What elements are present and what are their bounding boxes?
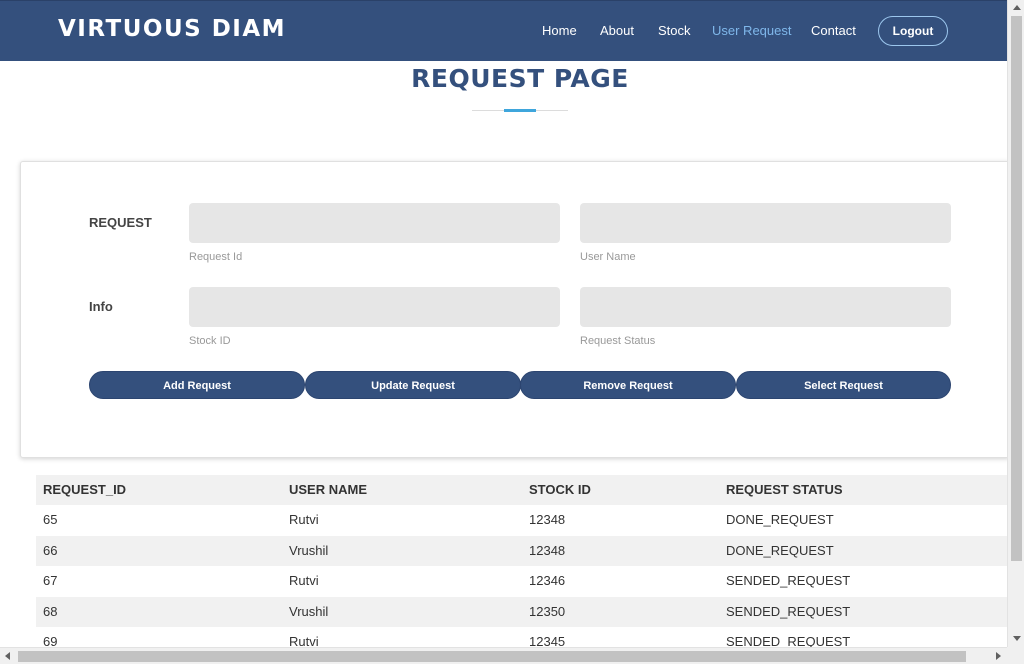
page-title: REQUEST PAGE <box>411 64 629 93</box>
table-cell: DONE_REQUEST <box>726 542 834 558</box>
table-cell: 12350 <box>529 603 566 619</box>
request-row-label: REQUEST <box>89 215 152 230</box>
table-cell: SENDED_REQUEST <box>726 573 851 589</box>
navbar: VIRTUOUS DIAM Home About Stock User Requ… <box>0 0 1007 61</box>
table-cell: 65 <box>43 512 58 527</box>
table-header-cell: REQUEST STATUS <box>726 482 843 497</box>
table-cell: Vrushil <box>289 542 329 558</box>
info-row-label: Info <box>89 299 113 314</box>
title-divider-accent <box>504 109 536 112</box>
table-cell: Rutvi <box>289 573 319 589</box>
update-request-button[interactable]: Update Request <box>305 371 521 399</box>
table-cell: 12348 <box>529 542 566 558</box>
table-row[interactable]: 66 Vrushil 12348 DONE_REQUEST <box>36 535 1007 567</box>
scrollbar-corner <box>1007 647 1024 664</box>
nav-home[interactable]: Home <box>542 23 577 38</box>
request-status-input[interactable] <box>580 287 951 327</box>
request-status-caption: Request Status <box>580 335 656 347</box>
horizontal-scrollbar-thumb[interactable] <box>18 651 966 662</box>
table-row[interactable]: 65 Rutvi 12348 DONE_REQUEST <box>36 505 1007 536</box>
table-row[interactable]: 68 Vrushil 12350 SENDED_REQUEST <box>36 596 1007 628</box>
table-header-cell: USER NAME <box>289 482 368 497</box>
user-name-input[interactable] <box>580 203 951 243</box>
horizontal-scrollbar[interactable] <box>0 647 1007 664</box>
select-request-button[interactable]: Select Request <box>736 371 951 399</box>
table-cell: 12346 <box>529 573 566 589</box>
nav-user-request[interactable]: User Request <box>712 23 791 38</box>
scroll-left-arrow-icon[interactable] <box>5 652 10 660</box>
table-header-row: REQUEST_ID USER NAME STOCK ID REQUEST ST… <box>36 475 1007 505</box>
scroll-up-arrow-icon[interactable] <box>1013 5 1021 10</box>
remove-request-button[interactable]: Remove Request <box>520 371 736 399</box>
table-cell: DONE_REQUEST <box>726 512 834 527</box>
add-request-button[interactable]: Add Request <box>89 371 305 399</box>
request-id-input[interactable] <box>189 203 560 243</box>
stock-id-input[interactable] <box>189 287 560 327</box>
table-cell: 67 <box>43 573 58 589</box>
nav-about[interactable]: About <box>600 23 634 38</box>
user-name-caption: User Name <box>580 251 636 263</box>
table-header-cell: STOCK ID <box>529 482 591 497</box>
nav-stock[interactable]: Stock <box>658 23 691 38</box>
table-cell: 12348 <box>529 512 566 527</box>
table-row[interactable]: 67 Rutvi 12346 SENDED_REQUEST <box>36 566 1007 597</box>
table-cell: 66 <box>43 542 58 558</box>
table-cell: Vrushil <box>289 603 329 619</box>
stock-id-caption: Stock ID <box>189 335 231 347</box>
table-header-cell: REQUEST_ID <box>43 482 127 497</box>
table-cell: SENDED_REQUEST <box>726 603 851 619</box>
scroll-right-arrow-icon[interactable] <box>996 652 1001 660</box>
nav-links: Home About Stock User Request Contact <box>0 23 1007 43</box>
logout-button[interactable]: Logout <box>878 16 948 46</box>
vertical-scrollbar-thumb[interactable] <box>1011 16 1022 561</box>
vertical-scrollbar[interactable] <box>1007 0 1024 647</box>
scroll-down-arrow-icon[interactable] <box>1013 636 1021 641</box>
table-cell: Rutvi <box>289 512 319 527</box>
requests-table: REQUEST_ID USER NAME STOCK ID REQUEST ST… <box>36 475 1007 658</box>
request-id-caption: Request Id <box>189 251 243 263</box>
nav-contact[interactable]: Contact <box>811 23 856 38</box>
table-cell: 68 <box>43 603 58 619</box>
